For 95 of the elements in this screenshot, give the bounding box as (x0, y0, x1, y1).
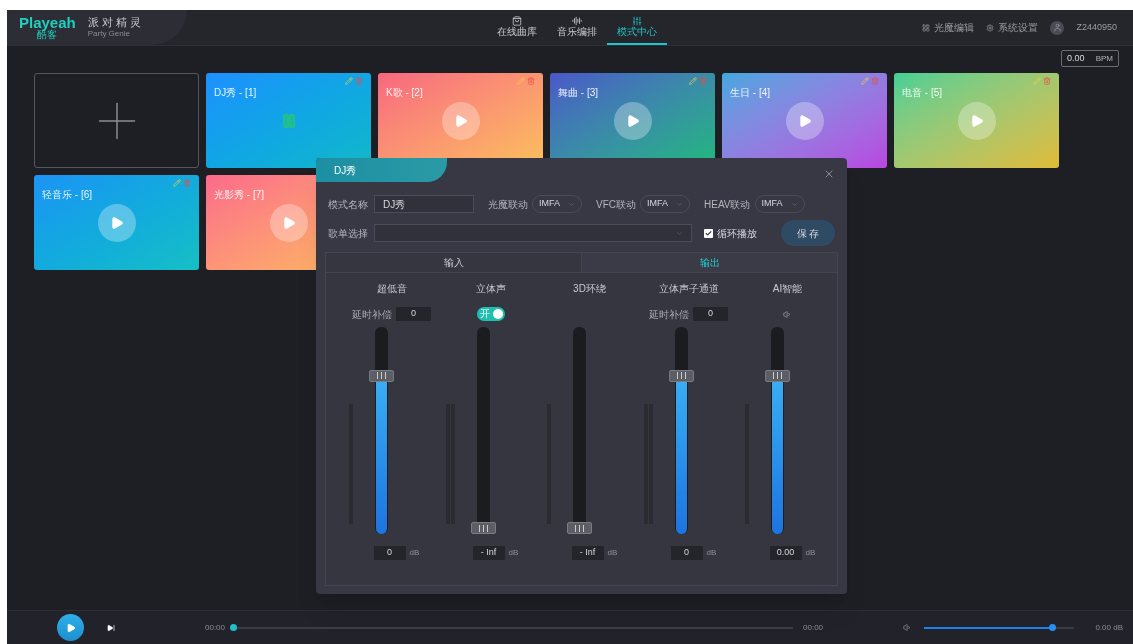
db-unit: dB (805, 547, 816, 559)
time-elapsed: 00:00 (205, 621, 226, 634)
chevron-down-icon (790, 200, 798, 208)
chevron-down-icon (568, 200, 575, 208)
app-name: 派 对 精 灵 (87, 17, 141, 28)
skip-forward-icon[interactable] (107, 623, 115, 632)
logo: Playeah (19, 15, 76, 30)
fader-thumb[interactable] (765, 369, 790, 382)
fader-thumb[interactable] (369, 369, 394, 382)
delay-input[interactable]: 0 (693, 307, 728, 321)
loop-checkbox[interactable] (704, 228, 713, 238)
logo-subtitle: 酷客 (37, 30, 58, 40)
waveform-icon (572, 16, 582, 26)
bpm-value: 0.00 (1067, 51, 1085, 65)
play-icon (65, 622, 76, 633)
delay-label: 延时补偿 (649, 307, 689, 322)
progress-handle[interactable] (230, 623, 238, 631)
checkbox-label: 循环播放 (717, 226, 757, 241)
fader-track[interactable] (765, 327, 790, 534)
fader-thumb[interactable] (470, 522, 496, 534)
header-link[interactable]: 系统设置 (986, 20, 1039, 35)
play-icon (453, 113, 468, 128)
db-unit: dB (607, 547, 618, 559)
db-readout: 0 (373, 546, 406, 560)
pencil-icon[interactable] (861, 77, 869, 85)
play-button[interactable] (57, 614, 84, 641)
mode-title: 舞曲 - [3] (558, 87, 598, 98)
play-icon (109, 215, 124, 230)
db-unit: dB (409, 547, 420, 559)
mode-title: K歌 - [2] (386, 87, 423, 98)
name-input[interactable]: DJ秀 (374, 195, 474, 213)
db-readout: 0 (670, 546, 703, 560)
trash-icon[interactable] (355, 77, 363, 85)
pencil-icon[interactable] (689, 77, 697, 85)
speaker-icon[interactable] (783, 309, 792, 319)
header-link[interactable]: 光魔编辑 (922, 20, 975, 35)
nav-tab[interactable]: 模式中心 (607, 10, 667, 45)
channel-name: 立体声 (475, 282, 506, 295)
dialog-title: DJ秀 (316, 158, 447, 182)
volume-reading: 0.00 dB (1095, 621, 1123, 634)
time-total: 00:00 (803, 621, 824, 634)
volume-track[interactable] (924, 626, 1075, 629)
fader-thumb[interactable] (567, 522, 592, 534)
channel-name: 超低音 (376, 282, 407, 295)
trash-icon[interactable] (1043, 77, 1051, 85)
user-id: Z2440950 (1076, 20, 1117, 34)
db-unit: dB (508, 547, 519, 559)
nav-tab[interactable]: 音乐编排 (547, 10, 607, 45)
field-label: 歌单选择 (328, 226, 368, 241)
mode-title: 电音 - [5] (902, 87, 942, 98)
equalizer-icon (632, 16, 642, 26)
playlist-select[interactable] (374, 224, 692, 242)
mode-title: 轻音乐 - [6] (42, 189, 92, 200)
trash-icon[interactable] (527, 77, 535, 85)
close-icon[interactable] (823, 168, 835, 180)
db-readout: - Inf (571, 546, 604, 560)
field-label: HEAV联动 (704, 197, 751, 212)
db-unit: dB (706, 547, 717, 559)
db-readout: - Inf (472, 546, 505, 560)
trash-icon[interactable] (183, 179, 191, 187)
app-name-english: Party Genie (87, 30, 131, 38)
play-icon (797, 113, 812, 128)
bag-icon (512, 16, 522, 26)
mode-title: 生日 - [4] (730, 87, 770, 98)
settings-icon (986, 23, 995, 32)
nav-tab[interactable]: 在线曲库 (487, 10, 547, 45)
channel-name: 3D环绕 (573, 282, 606, 295)
chevron-down-icon (676, 200, 683, 208)
fader-track[interactable] (668, 327, 694, 534)
play-icon (281, 215, 296, 230)
grid-icon (922, 23, 931, 32)
bpm-unit: BPM (1095, 52, 1113, 65)
panel-tab[interactable]: 输出 (581, 253, 837, 272)
fader-track[interactable] (470, 327, 496, 534)
channel-name: AI智能 (772, 282, 803, 295)
add-mode-card[interactable] (34, 73, 199, 168)
field-label: 模式名称 (328, 197, 368, 212)
field-label: 光魔联动 (488, 197, 528, 212)
fader-track[interactable] (567, 327, 592, 534)
save-button[interactable]: 保 存 (781, 220, 835, 246)
speaker-icon[interactable] (903, 623, 913, 632)
mode-title: 光影秀 - [7] (214, 189, 264, 200)
fader-track[interactable] (369, 327, 394, 534)
db-readout: 0.00 (769, 546, 802, 560)
mode-title: DJ秀 - [1] (214, 87, 257, 98)
channel-name: 立体声子通道 (658, 282, 719, 295)
user-avatar[interactable] (1050, 20, 1065, 35)
delay-input[interactable]: 0 (396, 307, 431, 321)
delay-label: 延时补偿 (352, 307, 392, 322)
play-icon (625, 113, 640, 128)
chevron-down-icon (676, 229, 683, 237)
volume-handle[interactable] (1048, 623, 1056, 631)
fader-thumb[interactable] (668, 369, 694, 382)
play-icon (969, 113, 984, 128)
field-label: VFC联动 (596, 197, 636, 212)
